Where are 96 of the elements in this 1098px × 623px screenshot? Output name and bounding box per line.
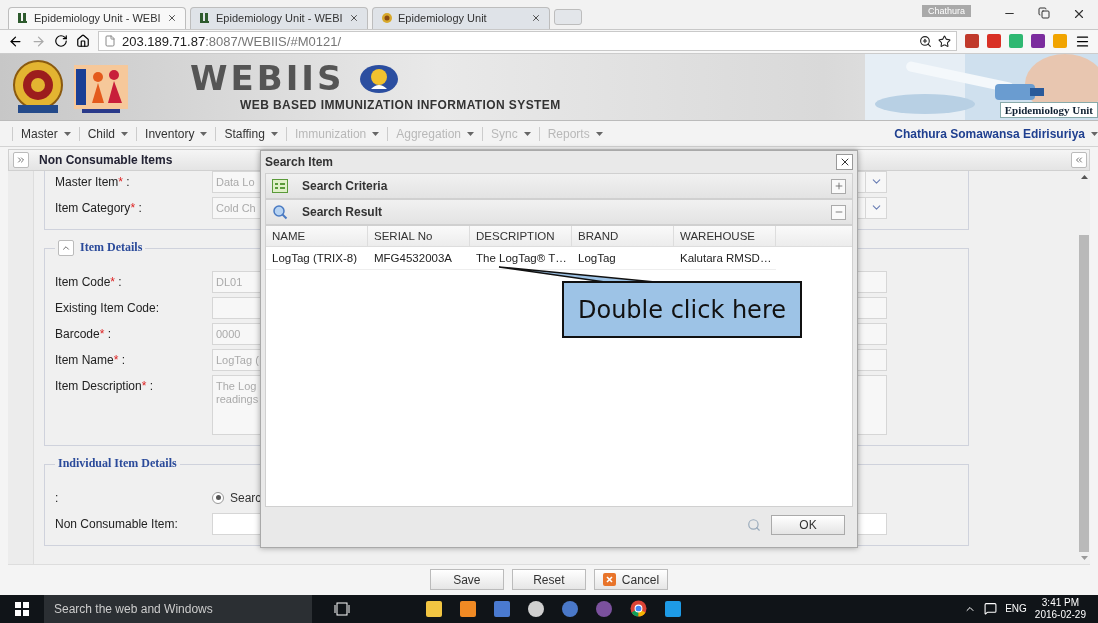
form-icon [272, 179, 288, 193]
cancel-icon [602, 573, 616, 587]
field-label: Existing Item Code: [55, 300, 161, 315]
notification-icon[interactable] [984, 602, 998, 616]
back-icon[interactable] [8, 33, 23, 49]
address-field[interactable]: 203.189.71.87:8087/WEBIIS/#M0121/ [98, 31, 957, 52]
menu-item[interactable]: Staffing [215, 126, 286, 141]
scroll-up-icon[interactable] [1080, 175, 1088, 179]
table-cell[interactable]: The LogTag® T… [470, 247, 572, 269]
windows-icon[interactable] [15, 602, 29, 616]
restore-icon[interactable] [1038, 6, 1050, 19]
url-text: 203.189.71.87:8087/WEBIIS/#M0121/ [122, 33, 341, 49]
taskbar-search[interactable]: Search the web and Windows [44, 595, 312, 623]
radio-option[interactable]: Searc [212, 487, 262, 505]
column-header[interactable]: BRAND [572, 226, 674, 246]
field-label: Non Consumable Item: [55, 516, 179, 531]
close-icon[interactable] [531, 13, 541, 24]
search-icon [272, 204, 288, 220]
field-label: Item Category* : [55, 200, 143, 215]
search-icon [747, 518, 761, 532]
section-legend: Individual Item Details [58, 456, 177, 471]
caret-icon [467, 131, 474, 136]
field-label: Barcode* : [55, 326, 113, 341]
action-button[interactable]: Save [429, 569, 504, 591]
menu-icon[interactable] [1075, 33, 1090, 49]
chevron-up-icon [61, 243, 71, 253]
caret-icon [63, 131, 71, 136]
caret-icon [200, 131, 208, 136]
caret-icon [595, 131, 603, 136]
star-icon[interactable] [938, 34, 951, 48]
tab-title: Epidemiology Unit - WEBI [216, 12, 344, 25]
field-label: Item Description* : [55, 378, 155, 393]
close-button[interactable] [836, 154, 853, 170]
ok-button[interactable]: OK [771, 515, 845, 535]
panel-title: Non Consumable Items [39, 153, 173, 167]
mail-icon[interactable] [987, 34, 1001, 49]
tab-title: Epidemiology Unit [398, 12, 488, 25]
section-legend: Item Details [80, 240, 143, 256]
unit-label: Epidemiology Unit [999, 102, 1098, 119]
scroll-thumb[interactable] [1079, 235, 1089, 552]
chevrons-right-icon [16, 155, 26, 165]
radio-button[interactable] [212, 492, 224, 504]
task-view-icon[interactable] [334, 602, 350, 616]
browser-tab[interactable]: Epidemiology Unit - WEBI [8, 6, 186, 29]
emblem-logo [10, 59, 66, 116]
section-title: Search Result [302, 205, 383, 219]
app-icon[interactable] [528, 601, 544, 617]
tab-title: Epidemiology Unit - WEBI [34, 12, 162, 25]
field-label: Master Item* : [55, 174, 131, 189]
caret-icon [372, 131, 380, 136]
caret-icon [121, 131, 129, 136]
column-header[interactable]: WAREHOUSE [674, 226, 776, 246]
table-cell[interactable]: LogTag (TRIX-8) [266, 247, 368, 269]
action-button[interactable]: Reset [511, 569, 586, 591]
notebook-icon[interactable] [1031, 34, 1045, 49]
close-icon[interactable] [349, 13, 359, 24]
language-indicator[interactable]: ENG [1005, 603, 1027, 615]
dialog-title: Search Item [265, 155, 334, 169]
section-title: Search Criteria [302, 179, 388, 193]
field-label: : [55, 490, 60, 505]
zoom-icon[interactable] [919, 34, 932, 48]
clock[interactable]: 3:41 PM 2016-02-29 [1034, 597, 1086, 621]
menu-item[interactable]: Master [12, 126, 79, 141]
section-header[interactable]: Search Criteria [265, 173, 853, 199]
extension-icon[interactable] [965, 34, 979, 49]
user-name[interactable]: Chathura Somawansa Edirisuriya [894, 126, 1091, 141]
browser-tab[interactable]: Epidemiology Unit [372, 6, 550, 29]
reload-icon[interactable] [54, 34, 68, 49]
cancel-button[interactable]: Cancel [593, 569, 669, 591]
site-icon [17, 12, 29, 25]
table-cell[interactable]: MFG4532003A [368, 247, 470, 269]
table-cell[interactable]: Kalutara RMSD… [674, 247, 776, 269]
viber-icon[interactable] [596, 601, 612, 617]
chevrons-left-icon [1074, 155, 1084, 165]
browser-tab[interactable]: Epidemiology Unit - WEBI [190, 6, 368, 29]
column-header[interactable]: NAME [266, 226, 368, 246]
table-cell[interactable]: LogTag [572, 247, 674, 269]
browser-icon[interactable] [630, 600, 647, 618]
close-icon[interactable] [167, 13, 177, 24]
caret-icon [270, 131, 278, 136]
field-label: Item Name* : [55, 352, 127, 367]
emblem-icon [381, 12, 393, 25]
app-title: WEBIIS [190, 58, 345, 99]
column-header[interactable]: DESCRIPTION [470, 226, 572, 246]
plus-icon [833, 181, 844, 191]
home-icon[interactable] [76, 34, 90, 49]
menu-item[interactable]: Inventory [136, 126, 216, 141]
page-icon [104, 35, 116, 48]
app-subtitle: WEB BASED IMMUNIZATION INFORMATION SYSTEM [240, 98, 561, 113]
section-header[interactable]: Search Result [265, 199, 853, 225]
field-label: Item Code* : [55, 274, 123, 289]
caret-icon [523, 131, 531, 136]
site-icon [199, 12, 211, 25]
menu-item[interactable]: Child [78, 126, 137, 141]
column-header[interactable]: SERIAL No [368, 226, 470, 246]
caret-icon [1091, 131, 1098, 136]
